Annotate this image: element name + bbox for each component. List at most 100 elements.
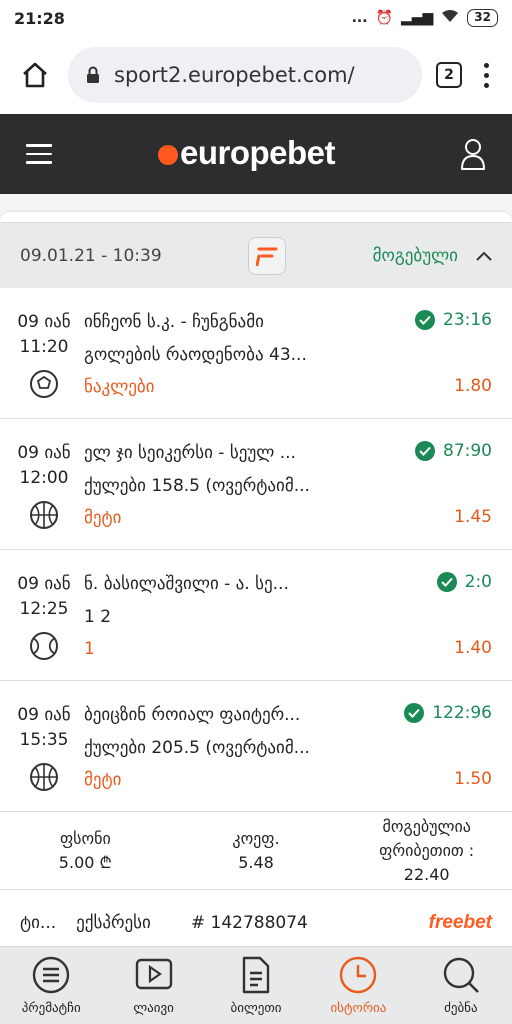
nav-prematch[interactable]: პრემატჩი [0, 947, 102, 1024]
stake-label: ფსონი [59, 828, 111, 848]
bet-status: მოგებული [373, 246, 492, 266]
url-bar[interactable]: sport2.europebet.com/ [68, 47, 422, 103]
nav-label: ლაივი [133, 1001, 174, 1016]
card-top-edge [0, 194, 512, 222]
bet-event: 09 იან 15:35 ბეიცზინ როიალ ფაიტერ... ქულ… [0, 681, 512, 812]
browser-bar: sport2.europebet.com/ 2 [0, 36, 512, 114]
nav-label: ძებნა [444, 1001, 478, 1016]
event-date: 09 იან [17, 312, 71, 332]
event-teams: ინჩეონ ს.კ. - ჩუნგნამი [84, 312, 264, 332]
check-icon [404, 703, 425, 723]
bet-header[interactable]: 09.01.21 - 10:39 მოგებული [0, 222, 512, 288]
url-text: sport2.europebet.com/ [114, 63, 355, 87]
signal-icon: ▂▄▆ [400, 10, 434, 26]
nav-history[interactable]: ისტორია [307, 947, 409, 1024]
stake-value: 5.00 ₾ [58, 852, 112, 872]
event-score: 87:90 [415, 441, 492, 461]
event-datetime: 09 იან 11:20 [12, 310, 76, 360]
hamburger-menu-icon[interactable] [26, 144, 52, 164]
event-teams: ნ. ბასილაშვილი - ა. სე... [84, 574, 289, 594]
event-score-value: 23:16 [443, 310, 492, 330]
logo-text: europebet [180, 134, 336, 171]
logo-dot [158, 145, 178, 165]
bet-footer: ტი... ექსპრესი # 142788074 freebet [0, 890, 512, 946]
alarm-icon: ⏰ [375, 10, 393, 26]
event-market: ქულები 205.5 (ოვერტაიმ... [84, 738, 310, 758]
event-teams: ელ ჯი სეიკერსი - სეულ ... [84, 443, 296, 463]
event-time: 12:25 [19, 599, 69, 619]
tabs-button[interactable]: 2 [436, 62, 462, 88]
bet-summary: ფსონი 5.00 ₾ კოეფ. 5.48 მოგებულია ფრიბეთ… [0, 812, 512, 890]
nav-ticket[interactable]: ბილეთი [205, 947, 307, 1024]
event-datetime: 09 იან 12:25 [12, 572, 76, 622]
ticket-icon [242, 956, 270, 994]
event-score-value: 87:90 [443, 441, 492, 461]
event-pick: მეტი [84, 770, 122, 790]
event-date: 09 იან [17, 443, 71, 463]
event-teams: ბეიცზინ როიალ ფაიტერ... [84, 705, 301, 725]
bet-event: 09 იან 12:00 ელ ჯი სეიკერსი - სეულ ... ქ… [0, 419, 512, 550]
user-icon[interactable] [460, 138, 486, 170]
battery-icon: 32 [467, 9, 498, 27]
event-score: 23:16 [415, 310, 492, 330]
bottom-nav: პრემატჩი ლაივი ბილეთი ისტორია ძებნა [0, 946, 512, 1024]
clock-icon [340, 956, 377, 994]
list-icon [33, 956, 70, 994]
browser-menu-icon[interactable] [476, 62, 496, 88]
home-icon [23, 62, 47, 88]
ticket-id: # 142788074 [190, 913, 308, 933]
bet-type: ექსპრესი [76, 913, 151, 933]
event-odd: 1.80 [454, 376, 492, 396]
event-time: 15:35 [19, 730, 69, 750]
wifi-icon [441, 9, 459, 27]
tennis-icon [30, 632, 58, 660]
odds-summary: კოეფ. 5.48 [171, 827, 342, 875]
football-icon [30, 370, 58, 398]
basketball-icon [30, 501, 58, 529]
win-value: 22.40 [403, 864, 450, 884]
nav-label: ისტორია [330, 1001, 387, 1016]
home-button[interactable] [16, 56, 54, 94]
bet-history-content: 09.01.21 - 10:39 მოგებული 09 იან 11:20 ი… [0, 194, 512, 946]
bet-event: 09 იან 11:20 ინჩეონ ს.კ. - ჩუნგნამი გოლე… [0, 288, 512, 419]
event-score: 122:96 [404, 703, 492, 723]
bet-date: 09.01.21 - 10:39 [20, 245, 162, 266]
freebet-logo: freebet [428, 912, 492, 933]
event-odd: 1.50 [454, 769, 492, 789]
event-time: 11:20 [19, 337, 69, 357]
event-time: 12:00 [19, 468, 69, 488]
event-pick: მეტი [84, 508, 122, 528]
chevron-up-icon[interactable] [476, 251, 492, 261]
nav-search[interactable]: ძებნა [410, 947, 512, 1024]
event-odd: 1.45 [454, 507, 492, 527]
event-date: 09 იან [17, 574, 71, 594]
event-datetime: 09 იან 15:35 [12, 703, 76, 753]
lock-icon [87, 66, 99, 83]
europebet-logo[interactable]: europebet [158, 134, 336, 172]
event-date: 09 იან [17, 705, 71, 725]
app-header: europebet [0, 114, 512, 194]
nav-live[interactable]: ლაივი [102, 947, 204, 1024]
stake-summary: ფსონი 5.00 ₾ [0, 827, 171, 875]
event-market: 1 2 [84, 607, 112, 627]
bet-event: 09 იან 12:25 ნ. ბასილაშვილი - ა. სე... 1… [0, 550, 512, 681]
event-pick: 1 [84, 639, 95, 659]
event-market: ქულები 158.5 (ოვერტაიმ... [84, 476, 310, 496]
check-icon [415, 310, 435, 330]
event-market: გოლების რაოდენობა 43... [84, 345, 307, 365]
event-score-value: 2:0 [464, 572, 492, 592]
event-score: 2:0 [436, 572, 492, 592]
event-odd: 1.40 [454, 638, 492, 658]
status-time: 21:28 [14, 8, 65, 28]
check-icon [436, 572, 457, 592]
status-icons: ... ⏰ ▂▄▆ 32 [352, 9, 498, 27]
check-icon [415, 441, 435, 461]
event-pick: ნაკლები [84, 377, 155, 397]
freebet-type-icon [248, 236, 287, 275]
nav-label: ბილეთი [230, 1001, 282, 1016]
odds-value: 5.48 [238, 852, 274, 872]
event-score-value: 122:96 [432, 703, 492, 723]
notification-dots: ... [351, 10, 368, 26]
basketball-icon [30, 763, 58, 791]
odds-label: კოეფ. [232, 828, 280, 848]
